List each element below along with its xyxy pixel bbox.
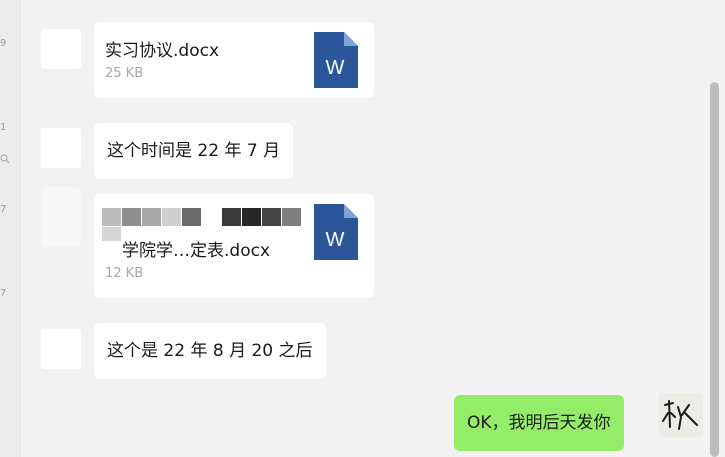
word-document-icon: W [314, 32, 358, 88]
my-avatar[interactable] [659, 393, 703, 437]
avatar[interactable] [41, 29, 81, 69]
redacted-text [102, 208, 302, 226]
my-text-message[interactable]: OK，我明后天发你 [454, 395, 624, 451]
file-name: 实习协议.docx [105, 41, 220, 61]
signature-avatar-icon [662, 400, 698, 430]
left-sidebar-edge: 9 1 7 7 [0, 0, 21, 457]
gutter-mark: 1 [0, 122, 7, 133]
text-message[interactable]: 这个时间是 22 年 7 月 [94, 123, 294, 179]
search-icon [0, 154, 10, 167]
avatar[interactable] [41, 329, 81, 369]
redacted-text [102, 226, 121, 245]
message-text: 这个时间是 22 年 7 月 [107, 141, 281, 161]
file-size: 12 KB [105, 266, 144, 281]
file-size: 25 KB [105, 66, 144, 81]
gutter-mark: 7 [0, 288, 7, 299]
avatar[interactable] [41, 128, 81, 168]
avatar[interactable] [41, 187, 81, 247]
svg-text:W: W [326, 57, 345, 79]
file-message[interactable]: 学院学…定表.docx 12 KB W [94, 194, 374, 298]
svg-text:W: W [326, 229, 345, 251]
text-message[interactable]: 这个是 22 年 8 月 20 之后 [94, 323, 326, 379]
file-name: 学院学…定表.docx [122, 241, 271, 261]
word-document-icon: W [314, 204, 358, 260]
gutter-mark: 9 [0, 38, 7, 49]
file-message[interactable]: 实习协议.docx 25 KB W [94, 22, 374, 98]
gutter-mark: 7 [0, 204, 7, 215]
scrollbar[interactable] [710, 82, 719, 457]
message-text: 这个是 22 年 8 月 20 之后 [107, 341, 313, 361]
message-text: OK，我明后天发你 [467, 413, 611, 433]
